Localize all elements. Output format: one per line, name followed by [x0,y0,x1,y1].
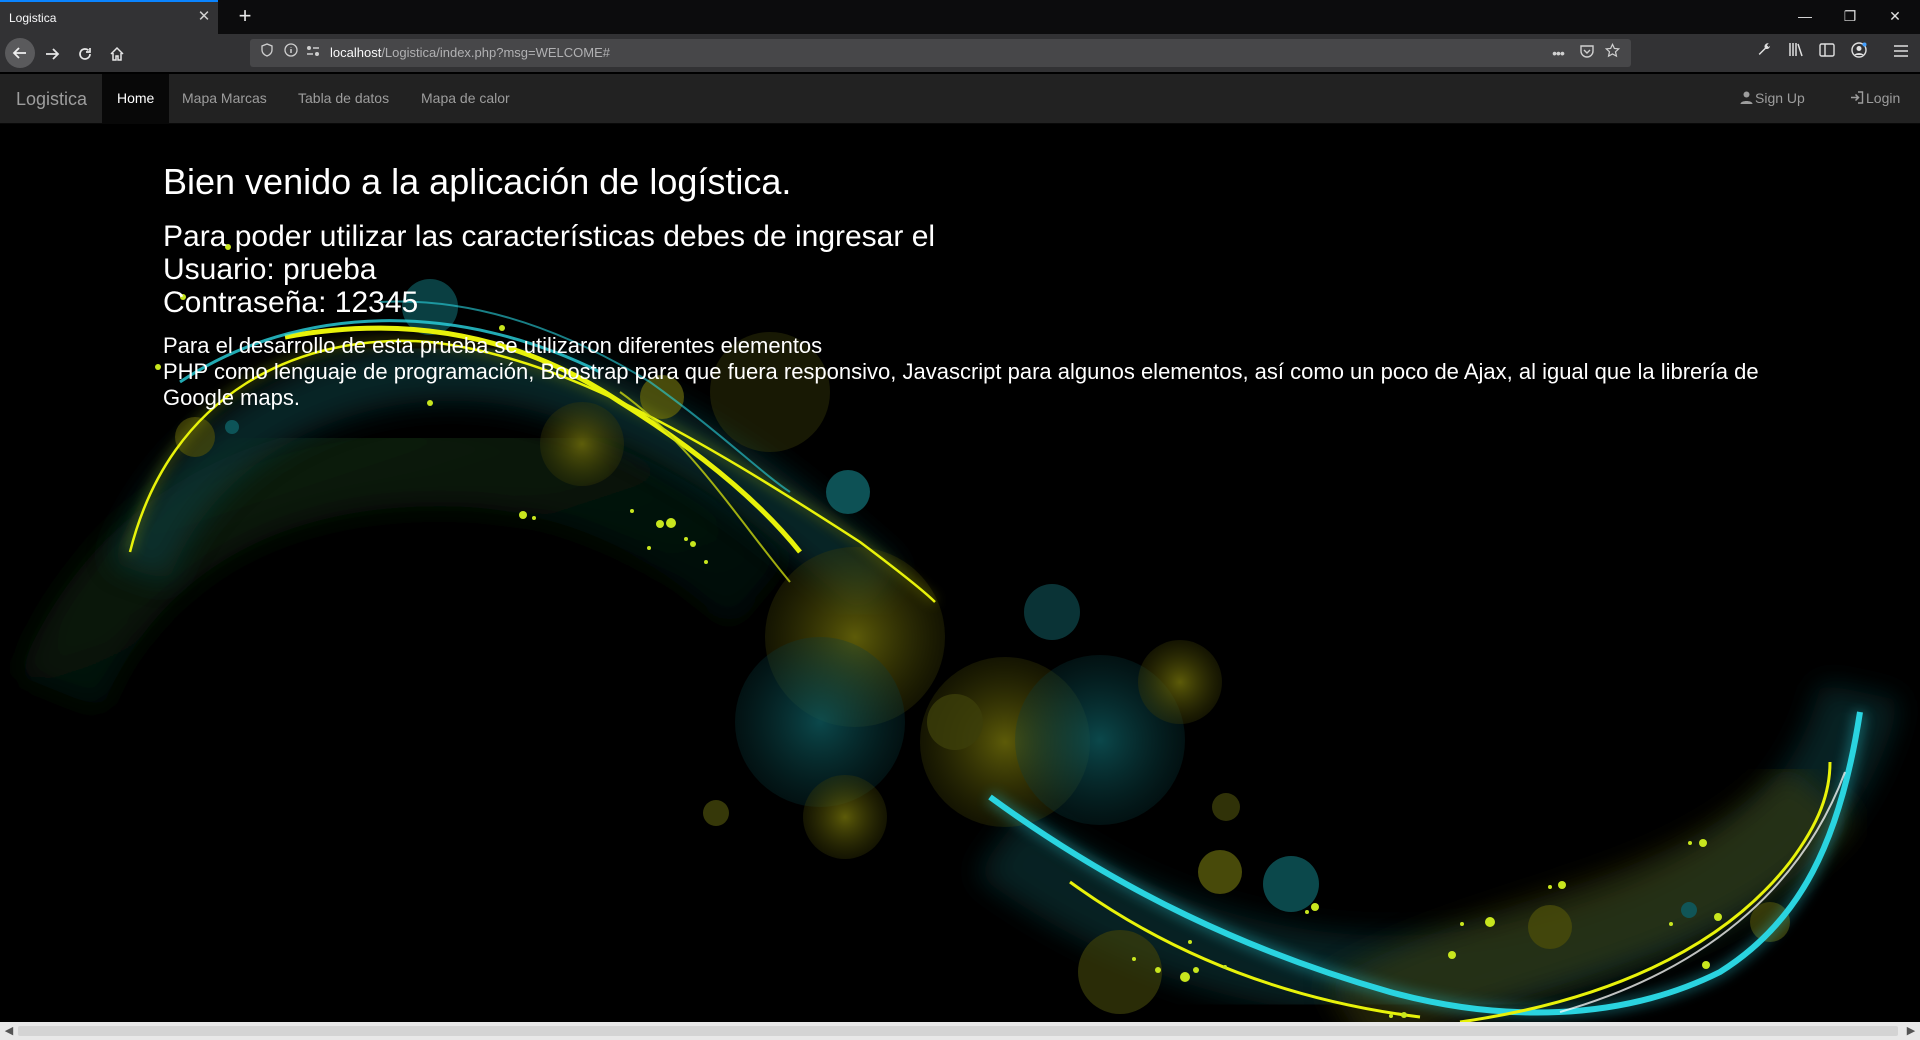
page-viewport: Logistica Home Mapa Marcas Tabla de dato… [0,72,1920,1022]
tab-title: Logistica [9,11,57,25]
browser-tab-strip: Logistica ✕ + — ❐ ✕ [0,0,1920,34]
technologies-text: PHP como lenguaje de programación, Boost… [163,359,1759,410]
forward-button[interactable] [39,41,65,67]
signup-label: Sign Up [1755,90,1805,106]
url-path: /Logistica/index.php?msg=WELCOME# [381,45,611,60]
home-button[interactable] [104,41,130,67]
bookmark-star-icon[interactable] [1602,42,1622,63]
username-text: Usuario: prueba [163,253,377,286]
login-icon [1851,91,1864,104]
minimize-window-button[interactable]: — [1793,6,1817,26]
url-host: localhost [330,45,382,60]
nav-tabla-de-datos[interactable]: Tabla de datos [283,74,404,123]
info-icon[interactable] [282,43,300,63]
page-actions-icon[interactable]: ••• [1548,43,1568,63]
user-icon [1740,91,1753,104]
reload-icon [79,48,91,60]
welcome-content: Bien venido a la aplicación de logística… [163,162,1763,411]
arrow-left-icon [12,47,26,59]
login-link[interactable]: Login [1850,74,1900,123]
close-tab-icon[interactable]: ✕ [196,9,212,25]
account-icon[interactable] [1848,42,1870,64]
password-text: Contraseña: 12345 [163,286,419,319]
signup-link[interactable]: Sign Up [1740,74,1805,123]
scroll-right-icon[interactable]: ▶ [1904,1024,1918,1038]
login-label: Login [1866,90,1901,106]
browser-tab[interactable]: Logistica ✕ [0,0,218,34]
login-instructions: Para poder utilizar las características … [163,220,1763,319]
wrench-icon[interactable] [1753,42,1775,64]
scroll-left-icon[interactable]: ◀ [2,1024,16,1038]
horizontal-scrollbar[interactable]: ◀ ▶ [0,1022,1920,1040]
browser-toolbar: localhost/Logistica/index.php?msg=WELCOM… [0,34,1920,72]
login-intro-text: Para poder utilizar las características … [163,220,936,253]
url-text[interactable]: localhost/Logistica/index.php?msg=WELCOM… [330,45,610,60]
close-window-button[interactable]: ✕ [1883,6,1907,26]
nav-home[interactable]: Home [102,74,170,123]
nav-mapa-de-calor[interactable]: Mapa de calor [406,74,525,123]
arrow-right-icon [46,48,60,60]
sidebar-icon[interactable] [1816,42,1838,64]
nav-mapa-marcas[interactable]: Mapa Marcas [167,74,282,123]
back-button[interactable] [5,38,35,68]
restore-window-button[interactable]: ❐ [1838,6,1862,26]
library-icon[interactable] [1785,42,1807,64]
shield-icon[interactable] [258,43,276,63]
new-tab-button[interactable]: + [233,5,257,29]
address-bar[interactable]: localhost/Logistica/index.php?msg=WELCOM… [250,39,1631,67]
scrollbar-thumb[interactable] [18,1026,1898,1036]
menu-icon[interactable] [1890,42,1912,64]
reload-button[interactable] [72,41,98,67]
pocket-icon[interactable] [1577,43,1597,63]
welcome-heading: Bien venido a la aplicación de logística… [163,161,792,202]
site-navbar: Logistica Home Mapa Marcas Tabla de dato… [0,74,1920,124]
development-intro-text: Para el desarrollo de esta prueba se uti… [163,333,823,358]
permissions-icon[interactable] [304,43,322,63]
home-icon [110,46,124,61]
brand-link[interactable]: Logistica [16,89,87,110]
development-info: Para el desarrollo de esta prueba se uti… [163,333,1763,411]
